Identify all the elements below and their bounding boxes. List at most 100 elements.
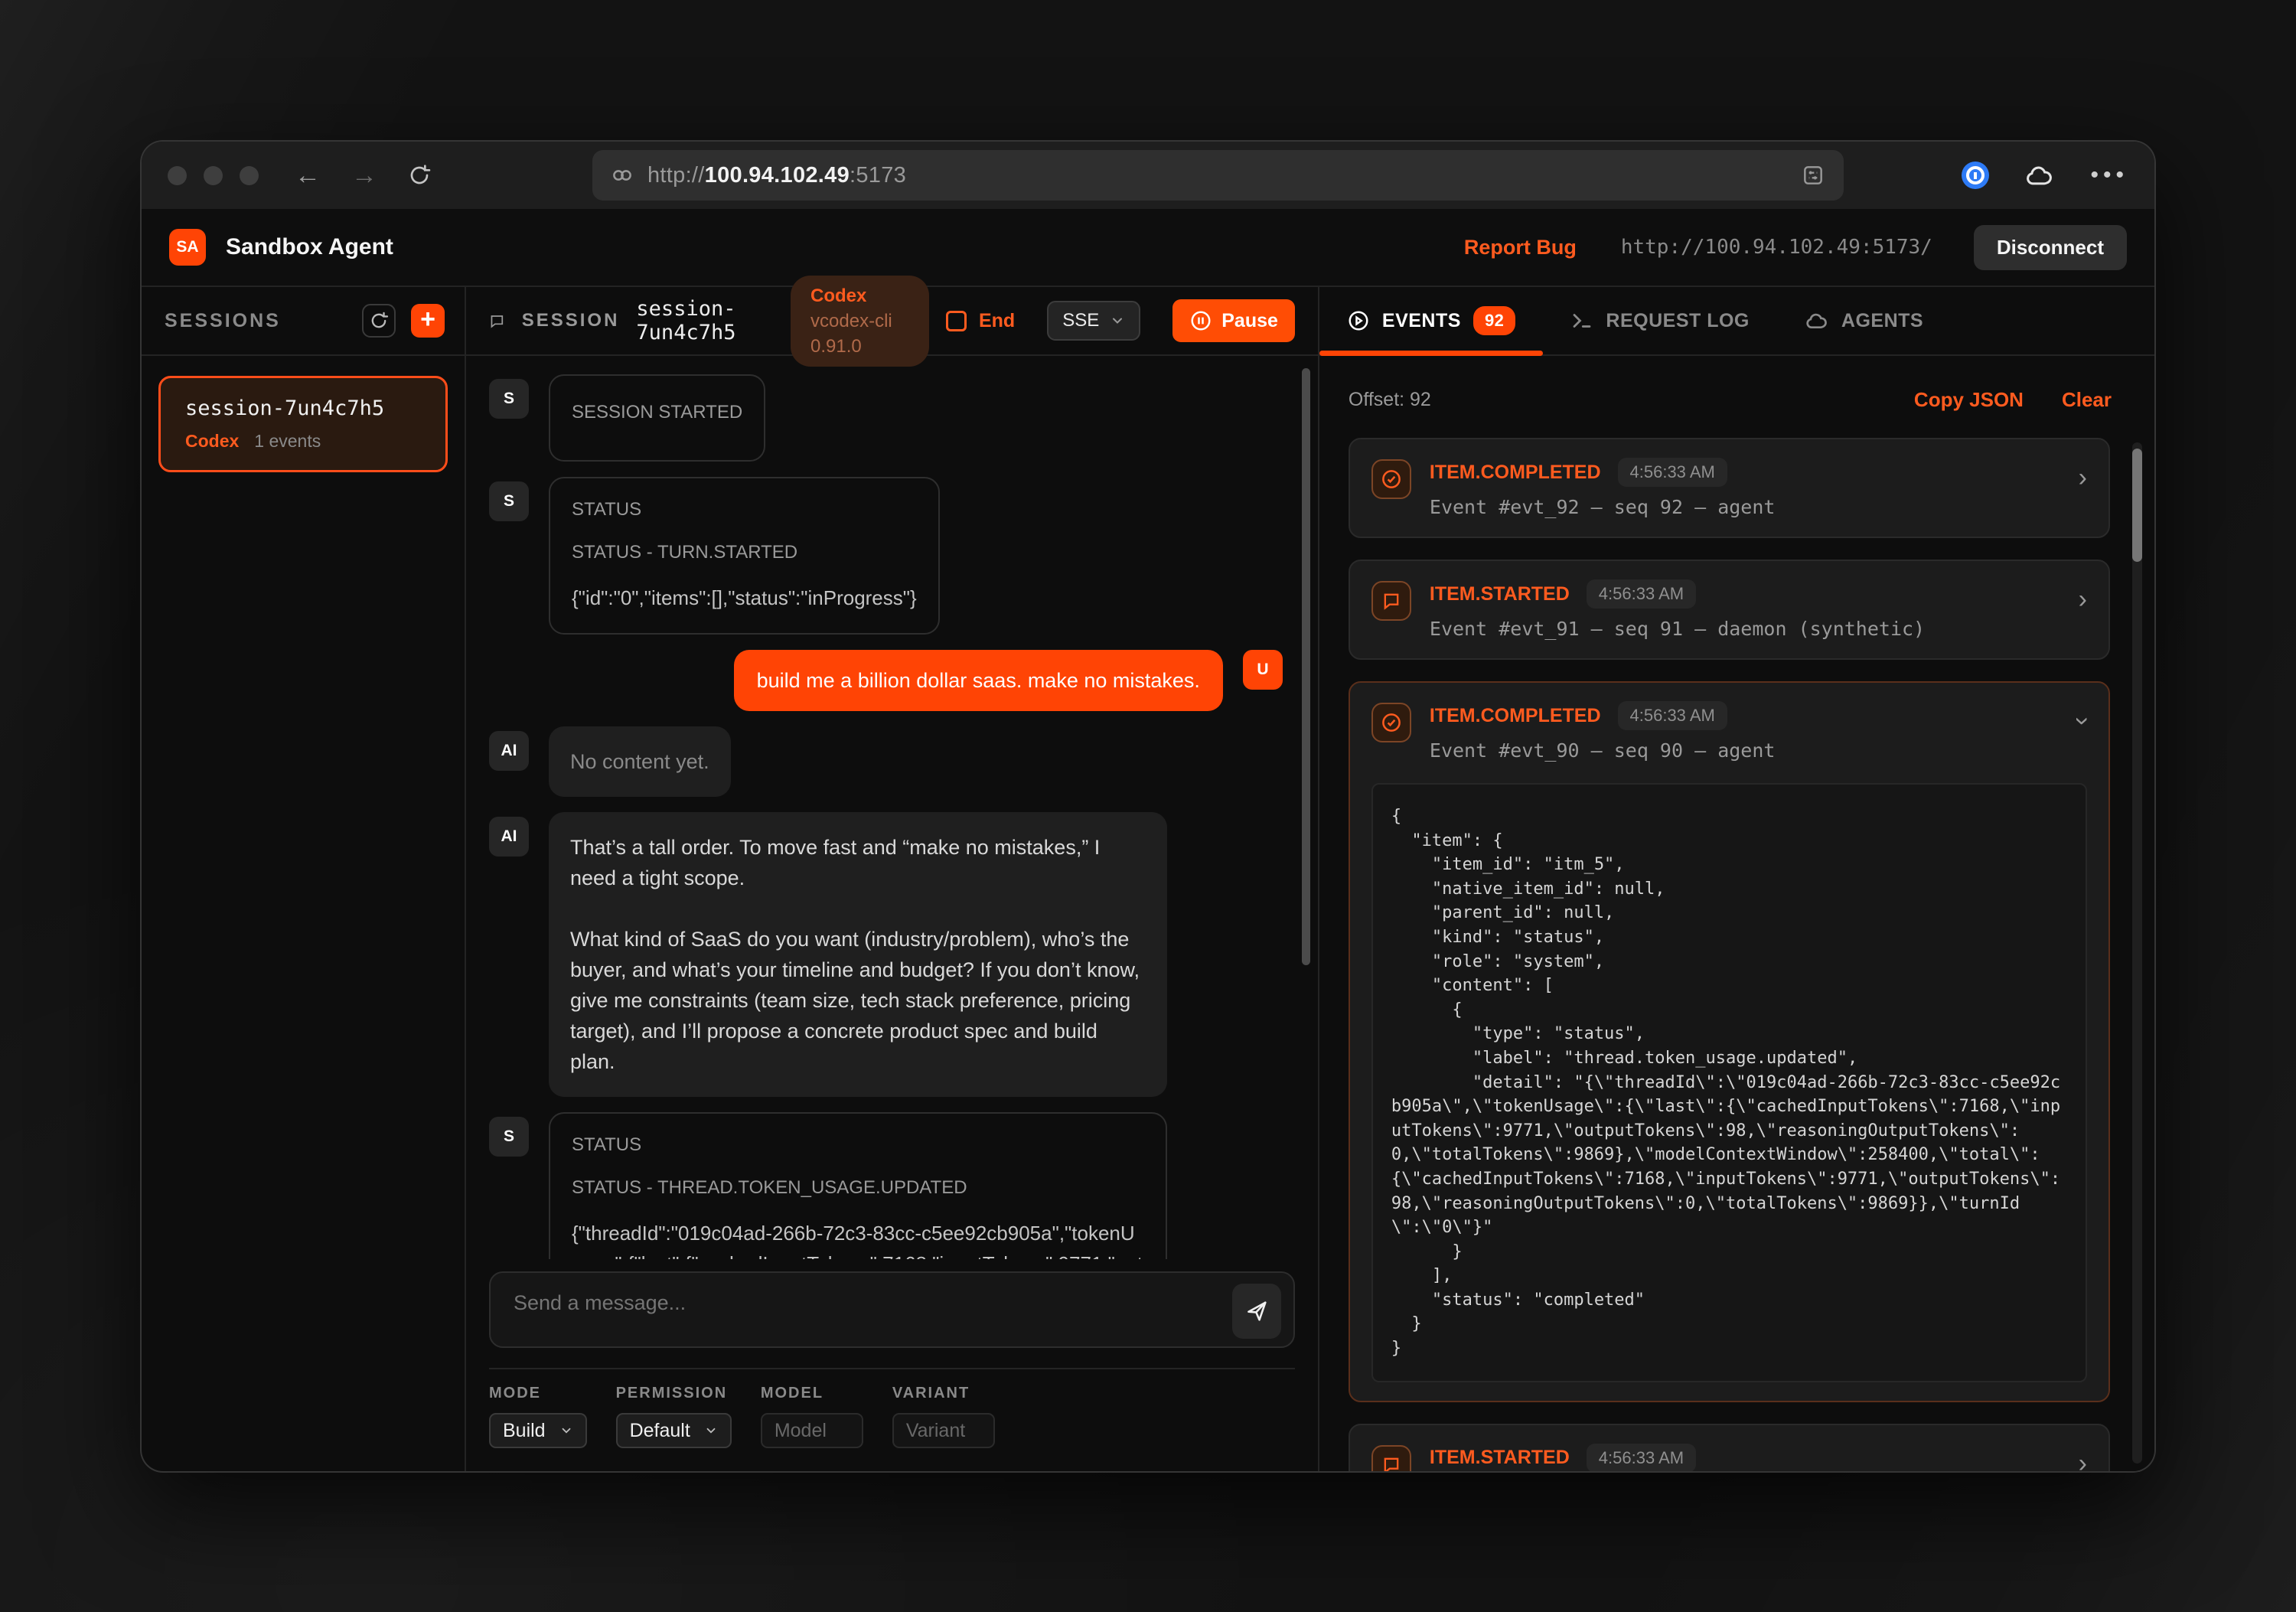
composer: MODE Build PERMISSION Default xyxy=(466,1259,1318,1471)
more-menu-icon[interactable]: ••• xyxy=(2090,162,2128,188)
traffic-lights[interactable] xyxy=(168,166,259,185)
reader-settings-icon[interactable] xyxy=(1801,163,1825,188)
chevron-down-icon xyxy=(559,1424,573,1437)
link-icon xyxy=(611,164,634,187)
event-json-payload: { "item": { "item_id": "itm_5", "native_… xyxy=(1371,783,2087,1382)
address-bar[interactable]: http://100.94.102.49:5173 xyxy=(592,150,1844,201)
status-label: STATUS xyxy=(572,498,917,521)
session-agent: Codex xyxy=(185,431,239,452)
session-event-count: 1 events xyxy=(254,431,321,452)
send-icon xyxy=(1244,1298,1270,1324)
chevron-right-icon[interactable]: › xyxy=(2079,579,2087,619)
session-id: session-7un4c7h5 xyxy=(636,297,774,344)
status-sub: STATUS - THREAD.TOKEN_USAGE.UPDATED xyxy=(572,1176,1144,1199)
status-payload: {"id":"0","items":[],"status":"inProgres… xyxy=(572,582,917,613)
refresh-icon[interactable] xyxy=(407,163,435,188)
events-panel: EVENTS 92 REQUEST LOG AGENTS Offset: 92 … xyxy=(1319,287,2154,1471)
chat-scrollbar[interactable] xyxy=(1302,368,1310,965)
event-summary: Event #evt_92 – seq 92 – agent xyxy=(1430,496,2060,518)
message-text: SESSION STARTED xyxy=(572,402,742,423)
avatar: U xyxy=(1243,650,1283,690)
item-completed-icon xyxy=(1371,459,1411,499)
message-input[interactable] xyxy=(491,1273,1293,1346)
ai-message: AI That’s a tall order. To move fast and… xyxy=(489,812,1283,1097)
cloud-icon[interactable] xyxy=(2024,162,2055,188)
session-header: SESSION session-7un4c7h5 Codex vcodex-cl… xyxy=(466,287,1318,356)
pause-button[interactable]: Pause xyxy=(1172,299,1295,342)
chevron-right-icon[interactable]: › xyxy=(2079,458,2087,498)
events-scrollbar-thumb[interactable] xyxy=(2132,449,2142,562)
tab-agents[interactable]: AGENTS xyxy=(1777,287,1951,354)
event-type: ITEM.COMPLETED xyxy=(1430,705,1601,727)
terminal-icon xyxy=(1570,309,1593,332)
variant-label: VARIANT xyxy=(892,1385,995,1402)
back-icon[interactable]: ← xyxy=(294,161,321,191)
chevron-down-icon[interactable]: › xyxy=(2063,716,2102,725)
ai-message: AI No content yet. xyxy=(489,726,1283,797)
report-bug-link[interactable]: Report Bug xyxy=(1464,236,1577,259)
event-summary: Event #evt_90 – seq 90 – agent xyxy=(1430,739,2060,762)
mode-select[interactable]: Build xyxy=(489,1413,587,1448)
system-message: S SESSION STARTED xyxy=(489,374,1283,462)
system-message: S STATUS STATUS - TURN.STARTED {"id":"0"… xyxy=(489,477,1283,635)
send-button[interactable] xyxy=(1232,1284,1281,1339)
chevron-right-icon[interactable]: › xyxy=(2079,1444,2087,1471)
copy-json-button[interactable]: Copy JSON xyxy=(1914,388,2024,412)
event-time: 4:56:33 AM xyxy=(1618,701,1727,730)
events-list[interactable]: ITEM.COMPLETED 4:56:33 AM Event #evt_92 … xyxy=(1319,438,2154,1471)
message-paragraph: What kind of SaaS do you want (industry/… xyxy=(570,924,1146,1077)
event-card[interactable]: ITEM.COMPLETED 4:56:33 AM Event #evt_92 … xyxy=(1349,438,2110,538)
pause-icon xyxy=(1189,309,1212,332)
event-time: 4:56:33 AM xyxy=(1587,1444,1696,1471)
variant-input[interactable] xyxy=(897,1420,990,1442)
event-card-expanded[interactable]: ITEM.COMPLETED 4:56:33 AM Event #evt_90 … xyxy=(1349,681,2110,1402)
item-started-icon xyxy=(1371,1445,1411,1471)
event-summary: Event #evt_91 – seq 91 – daemon (synthet… xyxy=(1430,618,2060,640)
events-count-badge: 92 xyxy=(1473,306,1515,335)
status-sub: STATUS - TURN.STARTED xyxy=(572,541,917,564)
end-label: End xyxy=(979,310,1015,332)
event-card[interactable]: ITEM.STARTED 4:56:33 AM Event #evt_91 – … xyxy=(1349,560,2110,660)
tab-events[interactable]: EVENTS 92 xyxy=(1319,287,1544,354)
minimize-window-icon[interactable] xyxy=(204,166,223,185)
model-label: MODEL xyxy=(761,1385,863,1402)
session-panel: SESSION session-7un4c7h5 Codex vcodex-cl… xyxy=(466,287,1319,1471)
system-message: S STATUS STATUS - THREAD.TOKEN_USAGE.UPD… xyxy=(489,1112,1283,1259)
event-card[interactable]: ITEM.STARTED 4:56:33 AM Event #evt_89 – … xyxy=(1349,1424,2110,1471)
zoom-window-icon[interactable] xyxy=(240,166,259,185)
app-header: SA Sandbox Agent Report Bug http://100.9… xyxy=(142,209,2154,287)
event-time: 4:56:33 AM xyxy=(1587,579,1696,609)
url-text: http://100.94.102.49:5173 xyxy=(647,163,906,188)
refresh-sessions-button[interactable] xyxy=(362,304,396,338)
sessions-title: SESSIONS xyxy=(165,310,281,332)
clear-button[interactable]: Clear xyxy=(2062,388,2112,412)
offset-label: Offset: 92 xyxy=(1349,389,1431,411)
forward-icon[interactable]: → xyxy=(351,161,378,191)
mode-label: MODE xyxy=(489,1385,587,1402)
tab-request-log[interactable]: REQUEST LOG xyxy=(1543,287,1776,354)
end-checkbox[interactable] xyxy=(946,311,967,331)
browser-window: ← → http://100.94.102.49:5173 ••• SA San… xyxy=(140,140,2156,1473)
event-type: ITEM.COMPLETED xyxy=(1430,462,1601,484)
transport-select[interactable]: SSE xyxy=(1047,301,1140,341)
user-message: build me a billion dollar saas. make no … xyxy=(489,650,1283,711)
permission-label: PERMISSION xyxy=(616,1385,732,1402)
message-list[interactable]: S SESSION STARTED S STATUS STATUS - TURN… xyxy=(466,356,1318,1259)
model-input[interactable] xyxy=(765,1420,859,1442)
password-manager-icon[interactable] xyxy=(1962,162,1989,189)
session-name: session-7un4c7h5 xyxy=(185,396,421,420)
agent-version-badge: Codex vcodex-cli 0.91.0 xyxy=(791,276,929,367)
new-session-button[interactable]: + xyxy=(411,304,445,338)
events-scrollbar-track[interactable] xyxy=(2132,442,2142,1464)
session-list-item[interactable]: session-7un4c7h5 Codex 1 events xyxy=(158,376,448,472)
refresh-icon xyxy=(368,310,390,331)
disconnect-button[interactable]: Disconnect xyxy=(1974,225,2127,270)
sessions-sidebar: SESSIONS + session-7un4c7h5 Codex 1 even… xyxy=(142,287,466,1471)
avatar: S xyxy=(489,1117,529,1157)
app-title: Sandbox Agent xyxy=(226,234,393,260)
browser-chrome: ← → http://100.94.102.49:5173 ••• xyxy=(142,142,2154,209)
cloud-icon xyxy=(1805,310,1829,331)
item-started-icon xyxy=(1371,581,1411,621)
permission-select[interactable]: Default xyxy=(616,1413,732,1448)
close-window-icon[interactable] xyxy=(168,166,187,185)
